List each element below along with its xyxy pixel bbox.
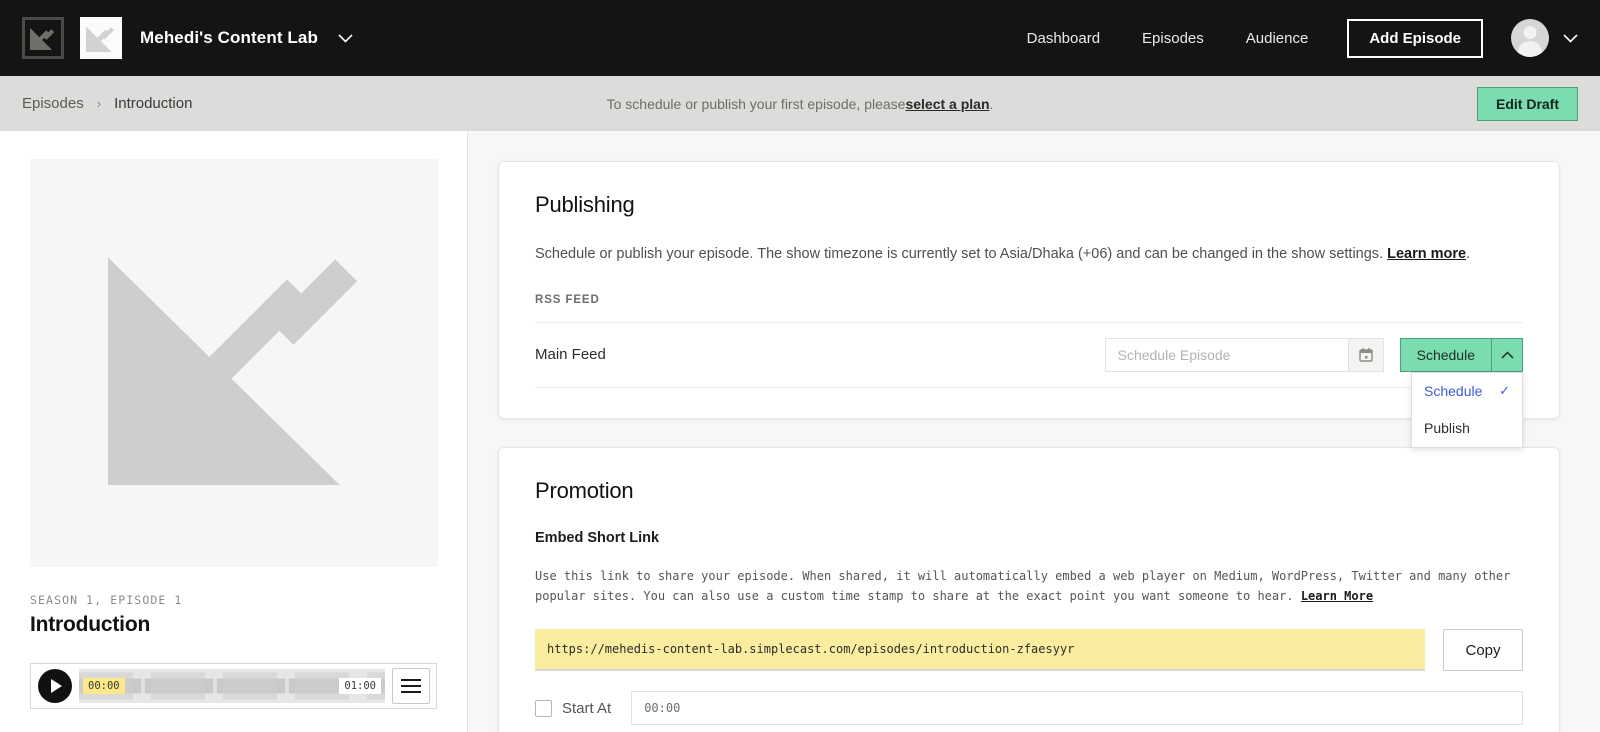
schedule-button[interactable]: Schedule bbox=[1399, 337, 1491, 372]
dropdown-option-publish-label: Publish bbox=[1424, 420, 1470, 437]
chevron-up-icon[interactable] bbox=[1491, 337, 1523, 372]
check-icon: ✓ bbox=[1499, 383, 1510, 399]
waveform-scrubber[interactable]: 00:00 01:00 bbox=[79, 669, 385, 703]
broken-image-icon bbox=[30, 159, 438, 567]
plan-notice-suffix: . bbox=[989, 95, 994, 112]
publishing-learn-more-link[interactable]: Learn more bbox=[1387, 246, 1466, 262]
plan-notice: To schedule or publish your first episod… bbox=[0, 96, 1600, 112]
publishing-card: Publishing Schedule or publish your epis… bbox=[498, 161, 1560, 448]
calendar-icon[interactable] bbox=[1347, 337, 1384, 372]
chevron-down-icon[interactable] bbox=[338, 33, 353, 43]
show-artwork-thumbnail[interactable] bbox=[80, 17, 122, 59]
schedule-episode-input[interactable] bbox=[1104, 337, 1348, 372]
feed-name-label: Main Feed bbox=[535, 346, 606, 364]
breadcrumb-link-episodes[interactable]: Episodes bbox=[22, 95, 84, 112]
dropdown-option-schedule[interactable]: Schedule ✓ bbox=[1412, 373, 1522, 410]
player-menu-icon[interactable] bbox=[392, 668, 430, 704]
breadcrumb: Episodes › Introduction bbox=[22, 95, 192, 112]
promotion-description: Use this link to share your episode. Whe… bbox=[535, 566, 1523, 607]
broken-image-icon bbox=[25, 20, 61, 56]
dropdown-option-schedule-label: Schedule bbox=[1424, 383, 1483, 400]
promotion-title: Promotion bbox=[535, 477, 634, 503]
avatar[interactable] bbox=[1511, 19, 1549, 57]
brand-name: Mehedi's Content Lab bbox=[140, 28, 318, 47]
add-episode-button[interactable]: Add Episode bbox=[1347, 18, 1483, 58]
main-content: Publishing Schedule or publish your epis… bbox=[468, 131, 1600, 732]
play-button[interactable] bbox=[38, 669, 72, 703]
schedule-dropdown-menu: Schedule ✓ Publish bbox=[1411, 371, 1523, 448]
promotion-card: Promotion Embed Short Link Use this link… bbox=[498, 446, 1560, 732]
nav-link-audience[interactable]: Audience bbox=[1225, 30, 1330, 47]
breadcrumb-current: Introduction bbox=[114, 95, 193, 112]
short-link-row: https://mehedis-content-lab.simplecast.c… bbox=[535, 629, 1523, 671]
schedule-split-button: Schedule Schedule ✓ Publish bbox=[1399, 337, 1523, 448]
chevron-down-icon[interactable] bbox=[1563, 33, 1578, 43]
start-at-checkbox[interactable] bbox=[535, 699, 552, 717]
promotion-learn-more-link[interactable]: Learn More bbox=[1301, 589, 1373, 603]
chevron-right-icon: › bbox=[96, 96, 102, 111]
short-link-value[interactable]: https://mehedis-content-lab.simplecast.c… bbox=[535, 629, 1425, 671]
publishing-description: Schedule or publish your episode. The sh… bbox=[535, 244, 1523, 266]
embed-short-link-label: Embed Short Link bbox=[535, 529, 660, 546]
audio-player: 00:00 01:00 bbox=[30, 663, 437, 709]
publishing-description-suffix: . bbox=[1466, 246, 1471, 262]
publishing-description-text: Schedule or publish your episode. The sh… bbox=[535, 246, 1384, 262]
nav-link-episodes[interactable]: Episodes bbox=[1121, 30, 1225, 47]
nav-link-dashboard[interactable]: Dashboard bbox=[1006, 30, 1121, 47]
start-at-row: Start At bbox=[535, 691, 1523, 725]
season-episode-label: SEASON 1, EPISODE 1 bbox=[30, 593, 183, 607]
publishing-title: Publishing bbox=[535, 192, 635, 217]
start-at-time-input[interactable] bbox=[631, 691, 1523, 725]
app-logo-dark-icon[interactable] bbox=[22, 17, 64, 59]
main-feed-row: Main Feed Schedule Episode Schedule Sche… bbox=[535, 321, 1523, 448]
account-menu[interactable] bbox=[1511, 19, 1578, 57]
top-nav-right-group: Dashboard Episodes Audience Add Episode bbox=[1006, 18, 1578, 58]
page-body: SEASON 1, EPISODE 1 Introduction 00:00 0… bbox=[0, 131, 1600, 732]
episode-title: Introduction bbox=[30, 613, 151, 636]
feed-controls: Schedule Schedule ✓ Publish bbox=[1104, 337, 1523, 448]
rss-feed-section-label: RSS FEED bbox=[535, 293, 600, 306]
broken-image-icon bbox=[80, 17, 122, 59]
plan-notice-text: To schedule or publish your first episod… bbox=[606, 95, 906, 112]
top-navigation-bar: Mehedi's Content Lab Dashboard Episodes … bbox=[0, 0, 1600, 76]
breadcrumb-bar: Episodes › Introduction To schedule or p… bbox=[0, 76, 1600, 131]
select-a-plan-link[interactable]: select a plan bbox=[905, 96, 989, 112]
episode-sidebar: SEASON 1, EPISODE 1 Introduction 00:00 0… bbox=[0, 131, 468, 732]
player-duration: 01:00 bbox=[339, 678, 381, 694]
player-current-time: 00:00 bbox=[83, 678, 125, 694]
edit-draft-button[interactable]: Edit Draft bbox=[1477, 86, 1578, 121]
dropdown-option-publish[interactable]: Publish bbox=[1412, 410, 1522, 447]
app-root: Mehedi's Content Lab Dashboard Episodes … bbox=[0, 0, 1600, 732]
copy-button[interactable]: Copy bbox=[1443, 629, 1523, 671]
start-at-label: Start At bbox=[562, 699, 612, 717]
episode-artwork-placeholder bbox=[30, 159, 438, 567]
